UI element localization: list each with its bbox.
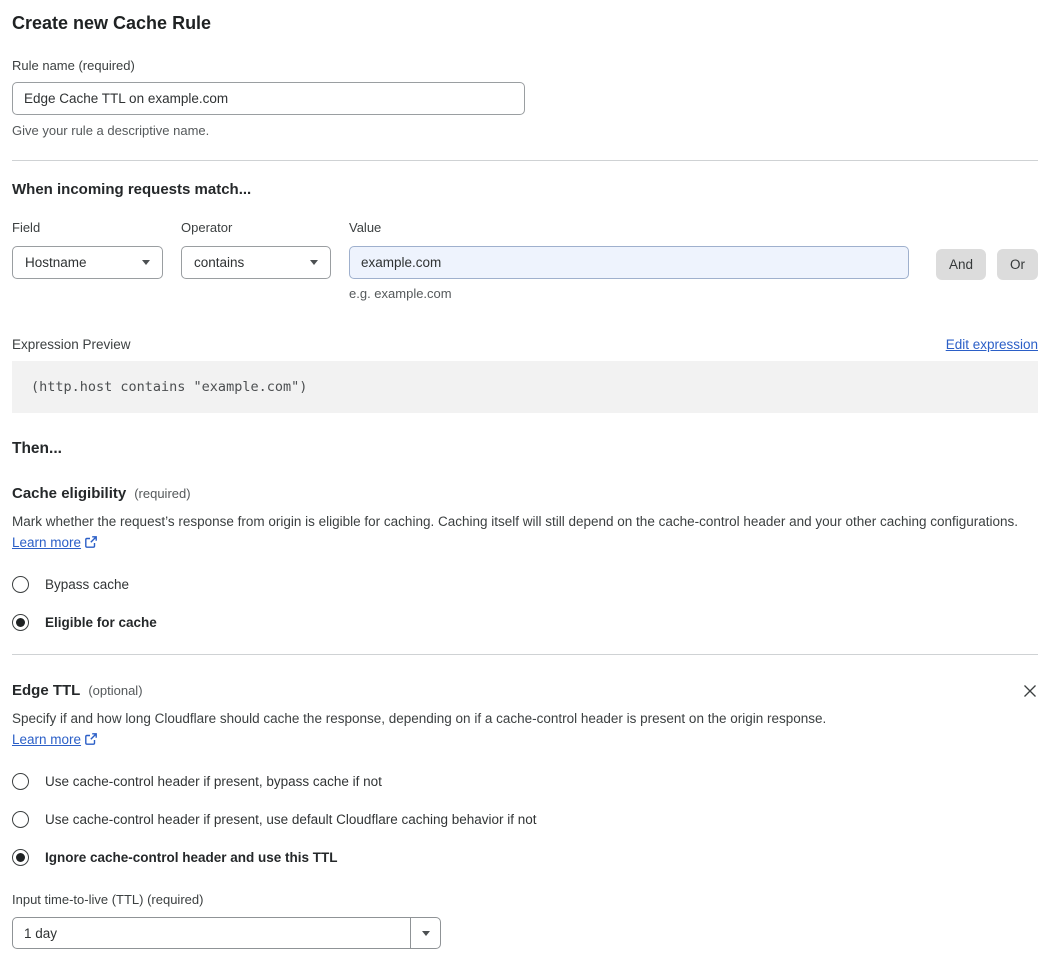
radio-option-ignore-header-use-ttl[interactable]: Ignore cache-control header and use this… [12, 849, 1038, 866]
close-icon[interactable] [1022, 683, 1038, 699]
radio-button-selected-icon[interactable] [12, 849, 29, 866]
rule-name-label: Rule name (required) [12, 58, 135, 73]
section-divider [12, 160, 1038, 161]
radio-button-icon[interactable] [12, 576, 29, 593]
match-heading: When incoming requests match... [12, 181, 252, 198]
operator-select[interactable]: contains [181, 246, 331, 279]
and-or-buttons: And Or [925, 249, 1038, 280]
radio-option-use-header-bypass[interactable]: Use cache-control header if present, byp… [12, 773, 1038, 790]
external-link-icon [84, 536, 98, 552]
operator-select-value: contains [194, 255, 245, 270]
ttl-input-label: Input time-to-live (TTL) (required) [12, 892, 204, 907]
cache-eligibility-description: Mark whether the request’s response from… [12, 511, 1020, 555]
rule-name-input[interactable] [12, 82, 525, 115]
edge-ttl-description: Specify if and how long Cloudflare shoul… [12, 708, 852, 752]
field-group: Field Hostname [12, 220, 163, 279]
section-divider [12, 654, 1038, 655]
cache-eligibility-learn-more-link[interactable]: Learn more [12, 535, 81, 550]
cache-eligibility-heading: Cache eligibility [12, 485, 127, 502]
radio-option-label: Ignore cache-control header and use this… [45, 850, 338, 865]
edit-expression-link[interactable]: Edit expression [946, 337, 1038, 352]
field-select-value: Hostname [25, 255, 87, 270]
cache-eligibility-heading-row: Cache eligibility (required) [12, 485, 1038, 502]
chevron-down-icon [310, 260, 318, 265]
expression-preview-row: Expression Preview Edit expression [12, 337, 1038, 352]
edge-ttl-heading: Edge TTL [12, 682, 81, 699]
operator-label: Operator [181, 220, 233, 235]
radio-option-use-header-default[interactable]: Use cache-control header if present, use… [12, 811, 1038, 828]
rule-name-group: Rule name (required) Give your rule a de… [12, 58, 1038, 138]
chevron-down-icon[interactable] [410, 918, 440, 948]
expression-builder-row: Field Hostname Operator contains Value e… [12, 220, 1038, 301]
cache-eligibility-description-text: Mark whether the request’s response from… [12, 514, 1019, 529]
radio-option-bypass-cache[interactable]: Bypass cache [12, 576, 1038, 593]
field-label: Field [12, 220, 41, 235]
value-label: Value [349, 220, 382, 235]
field-select[interactable]: Hostname [12, 246, 163, 279]
rule-name-helper: Give your rule a descriptive name. [12, 123, 210, 138]
value-input[interactable] [349, 246, 909, 279]
ttl-select-value: 1 day [24, 925, 58, 941]
radio-option-label: Eligible for cache [45, 615, 157, 630]
and-button[interactable]: And [935, 249, 986, 280]
operator-group: Operator contains [181, 220, 331, 279]
expression-preview-label: Expression Preview [12, 337, 131, 352]
ttl-select[interactable]: 1 day [12, 917, 441, 949]
edge-ttl-learn-more-link[interactable]: Learn more [12, 732, 81, 747]
cache-eligibility-qualifier: (required) [134, 486, 191, 501]
radio-button-icon[interactable] [12, 811, 29, 828]
edge-ttl-qualifier: (optional) [88, 683, 143, 698]
radio-option-label: Bypass cache [45, 577, 130, 592]
or-button[interactable]: Or [997, 249, 1038, 280]
chevron-down-icon [142, 260, 150, 265]
edge-ttl-heading-row: Edge TTL (optional) [12, 682, 1038, 699]
then-heading: Then... [12, 440, 62, 457]
page-title: Create new Cache Rule [12, 13, 212, 33]
radio-option-label: Use cache-control header if present, use… [45, 812, 537, 827]
radio-option-label: Use cache-control header if present, byp… [45, 774, 382, 789]
create-cache-rule-page: Create new Cache Rule Rule name (require… [0, 0, 1058, 961]
value-helper: e.g. example.com [349, 286, 452, 301]
external-link-icon [84, 733, 98, 749]
radio-option-eligible-for-cache[interactable]: Eligible for cache [12, 614, 1038, 631]
expression-preview-code: (http.host contains "example.com") [12, 361, 1038, 413]
value-group: Value e.g. example.com [349, 220, 909, 301]
edge-ttl-description-text: Specify if and how long Cloudflare shoul… [12, 711, 827, 726]
radio-button-selected-icon[interactable] [12, 614, 29, 631]
radio-button-icon[interactable] [12, 773, 29, 790]
